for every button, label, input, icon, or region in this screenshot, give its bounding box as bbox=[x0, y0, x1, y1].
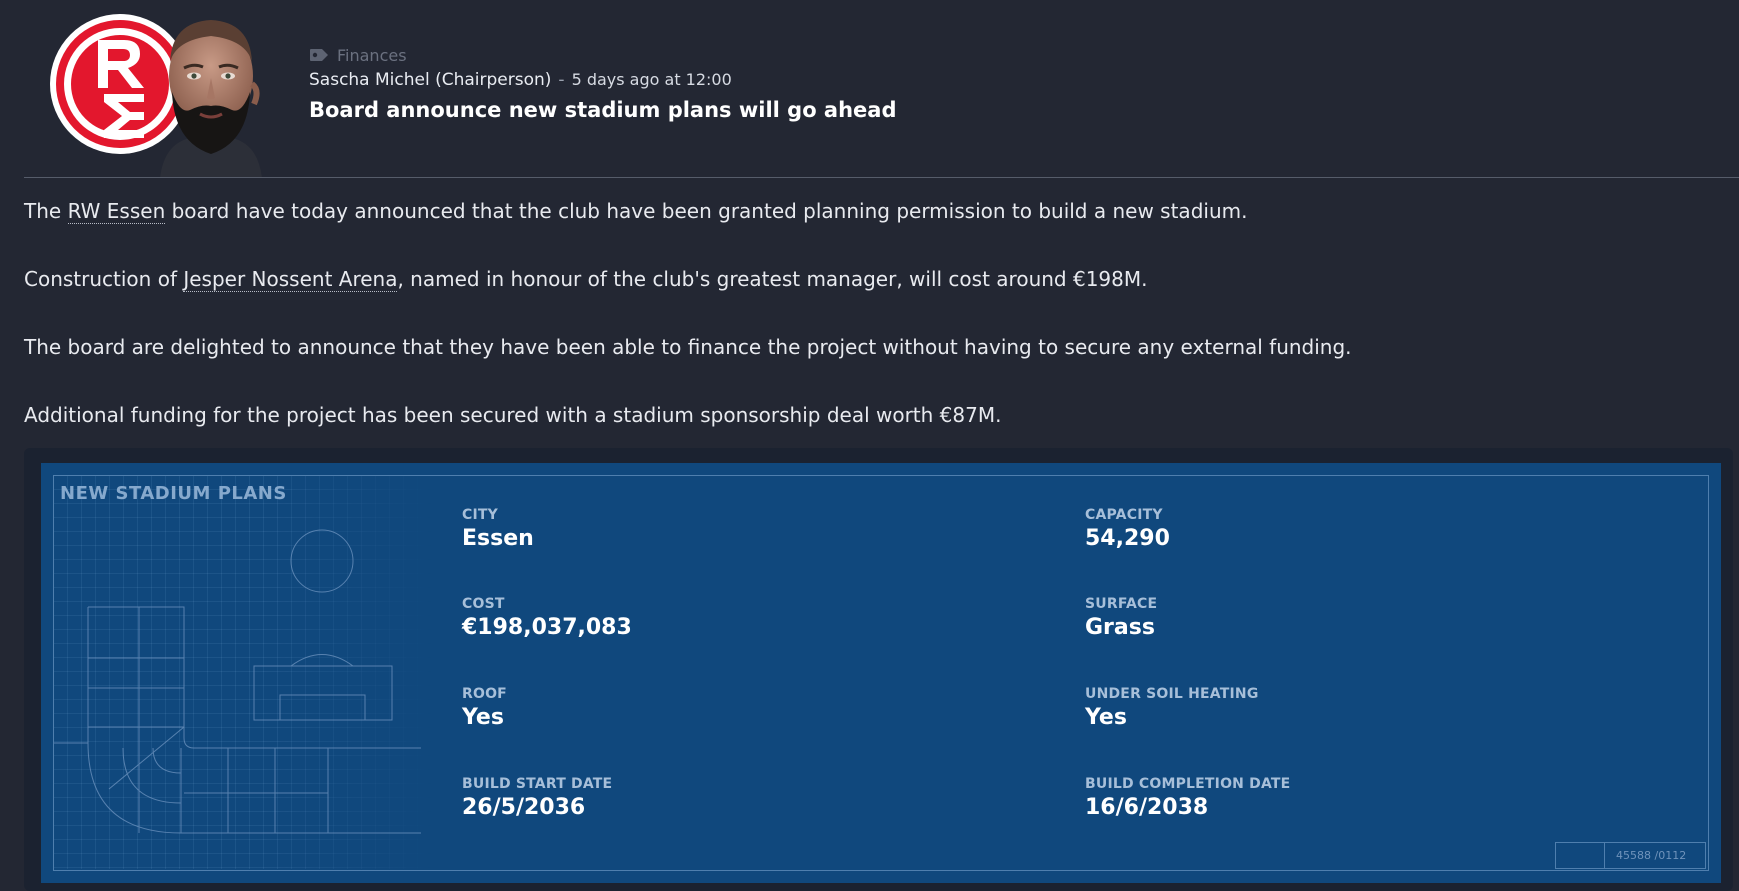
completion-date-label: BUILD COMPLETION DATE bbox=[1085, 776, 1291, 792]
start-date-field: BUILD START DATE 26/5/2036 bbox=[462, 776, 612, 820]
message-headline: Board announce new stadium plans will go… bbox=[309, 98, 897, 122]
blueprint-frame bbox=[53, 475, 1709, 871]
chairperson-avatar-icon[interactable] bbox=[150, 14, 272, 178]
heating-field: UNDER SOIL HEATING Yes bbox=[1085, 686, 1259, 730]
body-paragraph-3: The board are delighted to announce that… bbox=[24, 335, 1352, 359]
capacity-value: 54,290 bbox=[1085, 526, 1170, 551]
header-divider bbox=[24, 177, 1739, 178]
stadium-plans-title: NEW STADIUM PLANS bbox=[60, 483, 287, 504]
ref-cell bbox=[1556, 843, 1605, 868]
heating-label: UNDER SOIL HEATING bbox=[1085, 686, 1259, 702]
sender-separator: - bbox=[558, 70, 565, 90]
club-link[interactable]: RW Essen bbox=[67, 199, 166, 224]
cost-label: COST bbox=[462, 596, 505, 612]
body-paragraph-2: Construction of Jesper Nossent Arena, na… bbox=[24, 262, 1714, 330]
surface-field: SURFACE Grass bbox=[1085, 596, 1157, 640]
body-text: The bbox=[24, 199, 68, 223]
surface-value: Grass bbox=[1085, 615, 1155, 640]
cost-field: COST €198,037,083 bbox=[462, 596, 632, 640]
sender-name[interactable]: Sascha Michel (Chairperson) bbox=[309, 70, 551, 90]
completion-date-value: 16/6/2038 bbox=[1085, 795, 1209, 820]
city-label: CITY bbox=[462, 507, 498, 523]
tag-icon bbox=[310, 49, 328, 61]
message-time: 5 days ago at 12:00 bbox=[571, 70, 732, 89]
message-meta: Finances Sascha Michel (Chairperson) - 5… bbox=[309, 44, 897, 123]
city-field: CITY Essen bbox=[462, 507, 534, 551]
body-text: Construction of bbox=[24, 267, 184, 291]
completion-date-field: BUILD COMPLETION DATE 16/6/2038 bbox=[1085, 776, 1290, 820]
roof-label: ROOF bbox=[462, 686, 507, 702]
cost-value: €198,037,083 bbox=[462, 615, 632, 640]
roof-field: ROOF Yes bbox=[462, 686, 507, 730]
city-value: Essen bbox=[462, 526, 534, 551]
message-header: Finances Sascha Michel (Chairperson) - 5… bbox=[0, 0, 1739, 178]
body-paragraph-1: The RW Essen board have today announced … bbox=[24, 194, 1714, 262]
category-label[interactable]: Finances bbox=[337, 46, 407, 65]
body-text: board have today announced that the club… bbox=[165, 199, 1248, 223]
message-body: The RW Essen board have today announced … bbox=[24, 194, 1714, 466]
category-row: Finances bbox=[309, 44, 897, 66]
heating-value: Yes bbox=[1085, 705, 1127, 730]
start-date-label: BUILD START DATE bbox=[462, 776, 613, 792]
blueprint-ref-box: 45588 /0112 bbox=[1555, 842, 1706, 869]
blueprint-ref-code: 45588 /0112 bbox=[1616, 849, 1687, 862]
surface-label: SURFACE bbox=[1085, 596, 1158, 612]
capacity-label: CAPACITY bbox=[1085, 507, 1163, 523]
start-date-value: 26/5/2036 bbox=[462, 795, 586, 820]
body-text: , named in honour of the club's greatest… bbox=[397, 267, 1148, 291]
stadium-plans-card: NEW STADIUM PLANS CITY Essen CAPACITY 54… bbox=[41, 463, 1721, 883]
stadium-link[interactable]: Jesper Nossent Arena bbox=[183, 267, 398, 292]
roof-value: Yes bbox=[462, 705, 504, 730]
capacity-field: CAPACITY 54,290 bbox=[1085, 507, 1170, 551]
sender-row: Sascha Michel (Chairperson) - 5 days ago… bbox=[309, 70, 897, 90]
